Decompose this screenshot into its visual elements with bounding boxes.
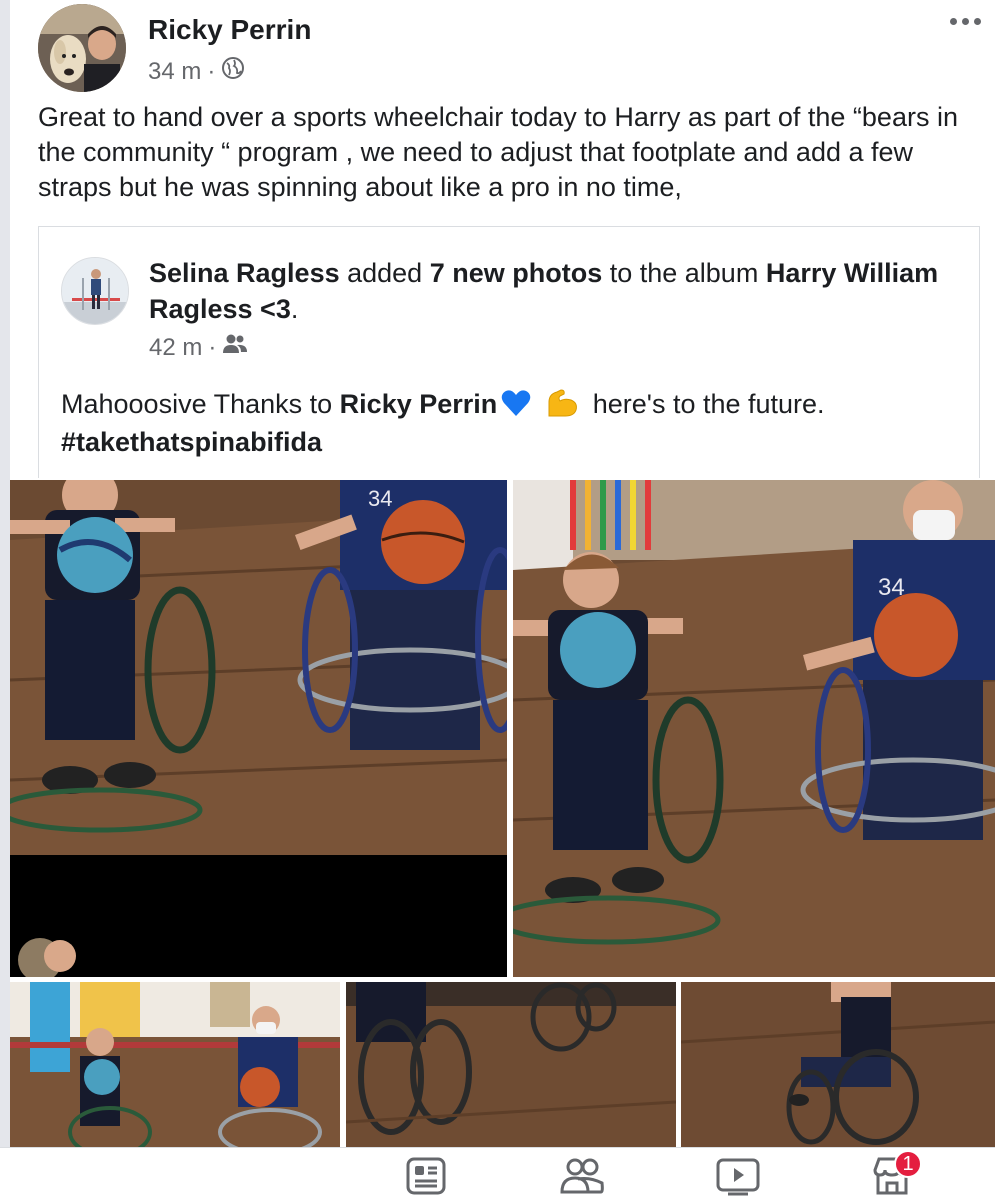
shared-mid: to the album bbox=[602, 258, 766, 288]
nav-watch[interactable] bbox=[714, 1156, 762, 1200]
friends-icon bbox=[222, 333, 248, 362]
marketplace-notification-badge: 1 bbox=[894, 1150, 922, 1178]
globe-icon bbox=[221, 56, 245, 87]
shared-album-card[interactable]: Selina Ragless added 7 new photos to the… bbox=[38, 226, 980, 478]
author-name[interactable]: Ricky Perrin bbox=[148, 14, 311, 46]
blue-heart-icon bbox=[501, 389, 531, 417]
shared-body-start: Mahooosive Thanks to bbox=[61, 389, 340, 419]
nav-marketplace[interactable]: 1 bbox=[868, 1150, 922, 1200]
news-feed-icon bbox=[406, 1157, 446, 1200]
shared-body-end: here's to the future. bbox=[585, 389, 825, 419]
shared-meta-separator: · bbox=[208, 333, 217, 361]
photo-3[interactable] bbox=[10, 982, 340, 1147]
nav-groups[interactable] bbox=[558, 1156, 606, 1200]
shared-time[interactable]: 42 m bbox=[149, 334, 202, 362]
meta-separator: · bbox=[207, 57, 216, 85]
post-header: Ricky Perrin 34 m · bbox=[38, 4, 988, 94]
shared-body-mention[interactable]: Ricky Perrin bbox=[340, 389, 498, 419]
post-text: Great to hand over a sports wheelchair t… bbox=[38, 102, 958, 202]
flexed-biceps-icon bbox=[545, 388, 579, 418]
hashtag-link[interactable]: #takethatspinabifida bbox=[61, 427, 322, 457]
shared-headline: Selina Ragless added 7 new photos to the… bbox=[149, 255, 949, 327]
shared-end: . bbox=[290, 294, 299, 324]
shared-body: Mahooosive Thanks to Ricky Perrin here's… bbox=[61, 385, 961, 461]
more-options-icon[interactable] bbox=[950, 14, 984, 28]
photo-2[interactable]: 34 bbox=[513, 480, 995, 977]
photo-1-jersey-number: 34 bbox=[368, 486, 392, 511]
shared-photo-count[interactable]: 7 new photos bbox=[430, 258, 603, 288]
shared-meta: 42 m · bbox=[149, 333, 248, 362]
shared-author-avatar[interactable] bbox=[61, 257, 129, 325]
photo-4[interactable] bbox=[346, 982, 676, 1147]
post-meta: 34 m · bbox=[148, 56, 245, 87]
groups-icon bbox=[559, 1157, 605, 1200]
nav-news-feed[interactable] bbox=[402, 1156, 450, 1200]
author-avatar[interactable] bbox=[38, 4, 126, 92]
left-edge bbox=[0, 0, 10, 1200]
bottom-nav: 1 bbox=[0, 1147, 995, 1200]
shared-author-name[interactable]: Selina Ragless bbox=[149, 258, 340, 288]
photo-5[interactable] bbox=[681, 982, 995, 1147]
shared-action: added bbox=[339, 258, 430, 288]
photo-1[interactable]: 34 bbox=[10, 480, 507, 977]
watch-icon bbox=[716, 1156, 760, 1200]
post-time[interactable]: 34 m bbox=[148, 58, 201, 86]
